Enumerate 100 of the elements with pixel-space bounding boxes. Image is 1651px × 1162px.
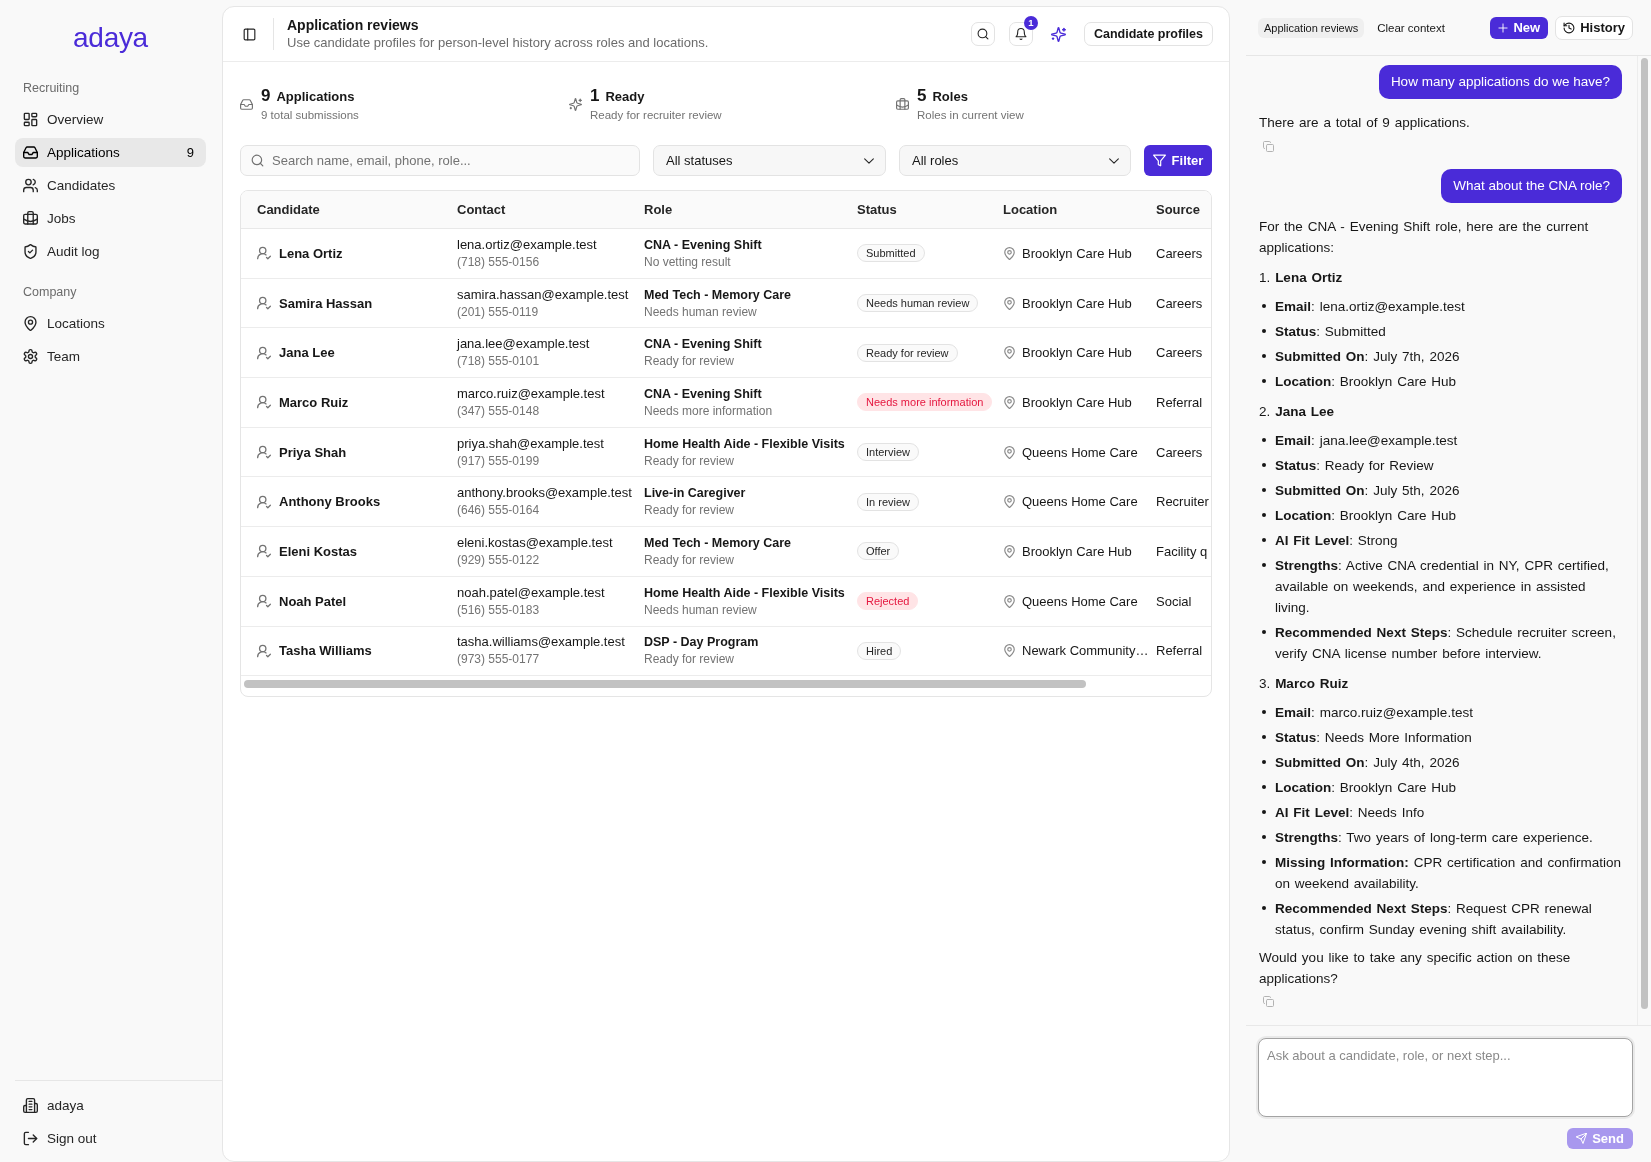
dashboard-icon bbox=[23, 112, 38, 127]
user-message: How many applications do we have? bbox=[1378, 65, 1622, 99]
inbox-icon bbox=[240, 97, 253, 111]
email-text: marco.ruiz@example.test bbox=[457, 384, 605, 403]
search-icon bbox=[976, 28, 989, 40]
person-check-icon bbox=[257, 594, 271, 609]
location-name: Brooklyn Care Hub bbox=[1022, 394, 1132, 410]
source-text: Careers bbox=[1156, 444, 1203, 460]
filter-icon bbox=[1152, 154, 1166, 167]
copy-icon[interactable] bbox=[1263, 996, 1274, 1007]
status-badge: Rejected bbox=[857, 592, 919, 611]
location-name: Newark Community… bbox=[1022, 643, 1149, 659]
candidate-name: Jana Lee bbox=[279, 345, 335, 361]
role-title: CNA - Evening Shift bbox=[644, 385, 762, 403]
nav-item[interactable]: Team bbox=[15, 342, 206, 371]
role-select[interactable]: All roles bbox=[899, 145, 1131, 176]
column-header: Location bbox=[1003, 202, 1058, 217]
role-title: Live-in Caregiver bbox=[644, 485, 746, 503]
person-check-icon bbox=[257, 395, 271, 410]
clear-context-button[interactable]: Clear context bbox=[1377, 21, 1445, 34]
source-text: Careers bbox=[1156, 295, 1203, 311]
copy-icon[interactable] bbox=[1263, 140, 1274, 152]
list-item: Strengths: Two years of long-term care experience. bbox=[1275, 828, 1594, 847]
person-check-icon bbox=[257, 494, 271, 509]
email-text: noah.patel@example.test bbox=[457, 583, 605, 602]
role-title: CNA - Evening Shift bbox=[644, 236, 762, 254]
location-name: Brooklyn Care Hub bbox=[1022, 295, 1132, 311]
source-text: Referral bbox=[1156, 394, 1203, 410]
stat-caption: 9 total submissions bbox=[261, 108, 359, 123]
sparkle-icon bbox=[569, 97, 582, 111]
source-text: Recruiter bbox=[1156, 494, 1209, 510]
person-check-icon bbox=[257, 296, 271, 311]
column-header: Source bbox=[1156, 202, 1201, 217]
person-check-icon bbox=[257, 445, 271, 460]
email-text: jana.lee@example.test bbox=[457, 335, 590, 354]
search-field[interactable]: Search name, email, phone, role... bbox=[240, 145, 640, 176]
location-name: Queens Home Care bbox=[1022, 444, 1138, 460]
list-heading: 2. Jana Lee bbox=[1259, 402, 1335, 421]
status-badge: Offer bbox=[857, 542, 900, 561]
role-title: CNA - Evening Shift bbox=[644, 336, 762, 354]
nav-item[interactable]: Applications 9 bbox=[15, 138, 206, 167]
person-check-icon bbox=[257, 345, 271, 360]
email-text: samira.hassan@example.test bbox=[457, 285, 629, 304]
search-icon bbox=[251, 154, 264, 167]
history-button[interactable]: History bbox=[1555, 15, 1633, 40]
filter-button[interactable]: Filter bbox=[1144, 145, 1212, 176]
notification-badge: 1 bbox=[1023, 16, 1038, 30]
source-text: Careers bbox=[1156, 245, 1203, 261]
sparkle-icon[interactable] bbox=[1050, 26, 1066, 42]
column-header: Contact bbox=[457, 202, 506, 217]
phone-text: (718) 555-0101 bbox=[457, 353, 540, 371]
footer-link[interactable]: adaya bbox=[15, 1091, 206, 1120]
candidate-name: Eleni Kostas bbox=[279, 543, 358, 559]
map-pin-icon bbox=[1003, 544, 1016, 558]
building-icon bbox=[23, 1098, 38, 1113]
status-badge: Interview bbox=[857, 443, 920, 462]
status-badge: Ready for review bbox=[857, 343, 958, 362]
page-title: Application reviews bbox=[287, 16, 419, 34]
nav-item[interactable]: Audit log bbox=[15, 237, 206, 266]
map-pin-icon bbox=[1003, 346, 1016, 360]
person-check-icon bbox=[257, 246, 271, 261]
search-button[interactable] bbox=[970, 22, 995, 46]
person-check-icon bbox=[257, 643, 271, 658]
message-input[interactable]: Ask about a candidate, role, or next step... bbox=[1258, 1038, 1633, 1117]
status-select[interactable]: All statuses bbox=[653, 145, 886, 176]
role-note: No vetting result bbox=[644, 253, 731, 271]
user-message: What about the CNA role? bbox=[1441, 168, 1622, 203]
email-text: anthony.brooks@example.test bbox=[457, 484, 632, 503]
nav-section-heading: Recruiting bbox=[22, 80, 80, 97]
stat-value: 1 bbox=[590, 85, 600, 106]
bullet-icon bbox=[1262, 563, 1266, 567]
list-item: Location: Brooklyn Care Hub bbox=[1275, 372, 1458, 391]
assistant-message: There are a total of 9 applications. bbox=[1259, 114, 1471, 132]
new-chat-button[interactable]: New bbox=[1490, 16, 1549, 39]
phone-text: (347) 555-0148 bbox=[457, 402, 540, 420]
bullet-icon bbox=[1262, 710, 1266, 714]
logo: adaya bbox=[73, 22, 148, 54]
phone-text: (973) 555-0177 bbox=[457, 651, 540, 669]
location-name: Brooklyn Care Hub bbox=[1022, 543, 1132, 559]
role-note: Ready for review bbox=[644, 353, 735, 371]
nav-item[interactable]: Candidates bbox=[15, 171, 206, 200]
scrollbar-thumb[interactable] bbox=[1641, 58, 1648, 1009]
status-badge: In review bbox=[857, 492, 920, 511]
nav-item[interactable]: Jobs bbox=[15, 204, 206, 233]
scrollbar-thumb[interactable] bbox=[244, 680, 1086, 689]
map-pin-icon bbox=[1003, 246, 1016, 260]
location-name: Brooklyn Care Hub bbox=[1022, 245, 1132, 261]
bullet-icon bbox=[1262, 354, 1266, 358]
panel-icon[interactable] bbox=[243, 27, 256, 41]
email-text: tasha.williams@example.test bbox=[457, 633, 625, 652]
bullet-icon bbox=[1262, 329, 1266, 333]
list-item: Location: Brooklyn Care Hub bbox=[1275, 778, 1458, 797]
nav-item[interactable]: Overview bbox=[15, 105, 206, 134]
candidate-profiles-button[interactable]: Candidate profiles bbox=[1083, 22, 1213, 46]
candidate-name: Lena Ortiz bbox=[279, 245, 343, 261]
nav-item[interactable]: Locations bbox=[15, 309, 206, 338]
list-item: Email: marco.ruiz@example.test bbox=[1275, 703, 1474, 722]
phone-text: (646) 555-0164 bbox=[457, 502, 540, 520]
candidate-name: Marco Ruiz bbox=[279, 394, 349, 410]
footer-link[interactable]: Sign out bbox=[15, 1124, 206, 1153]
